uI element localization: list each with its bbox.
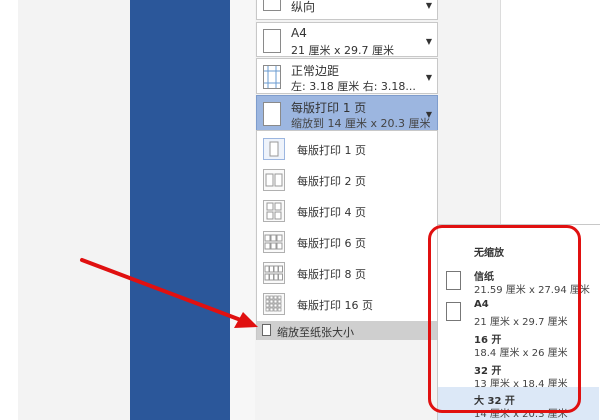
annotation-arrow-icon <box>80 258 258 328</box>
